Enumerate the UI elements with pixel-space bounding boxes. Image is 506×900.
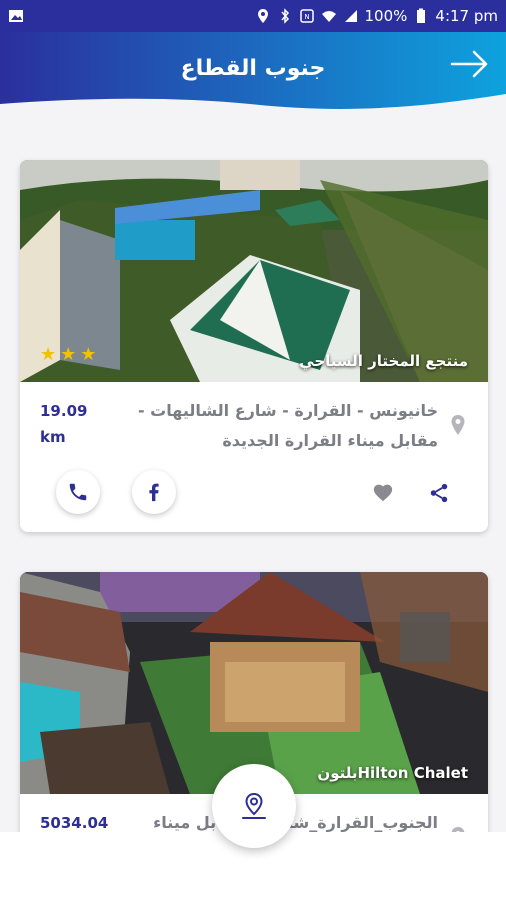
- gallery-notification-icon: [9, 10, 23, 22]
- distance-value: 19.09: [40, 402, 88, 420]
- listing-photo: Hilton Chaletبلتون: [20, 572, 488, 794]
- bluetooth-icon: [280, 8, 289, 24]
- rating-stars: ★ ★ ★: [40, 346, 96, 364]
- svg-text:N: N: [304, 13, 309, 21]
- heart-icon[interactable]: [372, 482, 394, 504]
- call-button[interactable]: [56, 470, 100, 514]
- battery-icon: [417, 8, 426, 23]
- map-location-icon: [242, 792, 266, 819]
- star-icon: ★: [40, 344, 57, 365]
- listing-address: خانيونس - القرارة - شارع الشاليهات - مقا…: [137, 401, 438, 450]
- facebook-button[interactable]: [132, 470, 176, 514]
- distance-unit: km: [40, 428, 66, 446]
- status-bar: N 100% 4:17 pm: [0, 0, 506, 32]
- location-status-icon: [257, 9, 268, 23]
- arrow-right-icon[interactable]: [448, 46, 492, 82]
- chalet-garden-image: [20, 572, 488, 794]
- map-button[interactable]: [212, 764, 296, 848]
- phone-icon: [69, 483, 87, 501]
- listing-name: Hilton Chaletبلتون: [317, 764, 468, 782]
- facebook-icon: [149, 483, 159, 502]
- nfc-icon: N: [299, 9, 314, 23]
- listing-photo: ★ ★ ★ منتجع المختار السياحي: [20, 160, 488, 382]
- signal-icon: [344, 10, 357, 22]
- listing-card[interactable]: ★ ★ ★ منتجع المختار السياحي خانيونس - ال…: [20, 160, 488, 532]
- battery-level: 100%: [364, 7, 408, 25]
- location-pin-icon: [451, 415, 465, 435]
- star-icon: ★: [60, 344, 77, 365]
- share-icon[interactable]: [428, 482, 450, 504]
- page-title: جنوب القطاع: [180, 56, 326, 81]
- star-icon: ★: [80, 344, 97, 365]
- listing-distance: 19.09 km: [40, 398, 110, 450]
- wifi-icon: [321, 11, 336, 22]
- clock: 4:17 pm: [435, 7, 498, 25]
- listing-name: منتجع المختار السياحي: [299, 352, 468, 370]
- app-header: جنوب القطاع: [0, 32, 506, 112]
